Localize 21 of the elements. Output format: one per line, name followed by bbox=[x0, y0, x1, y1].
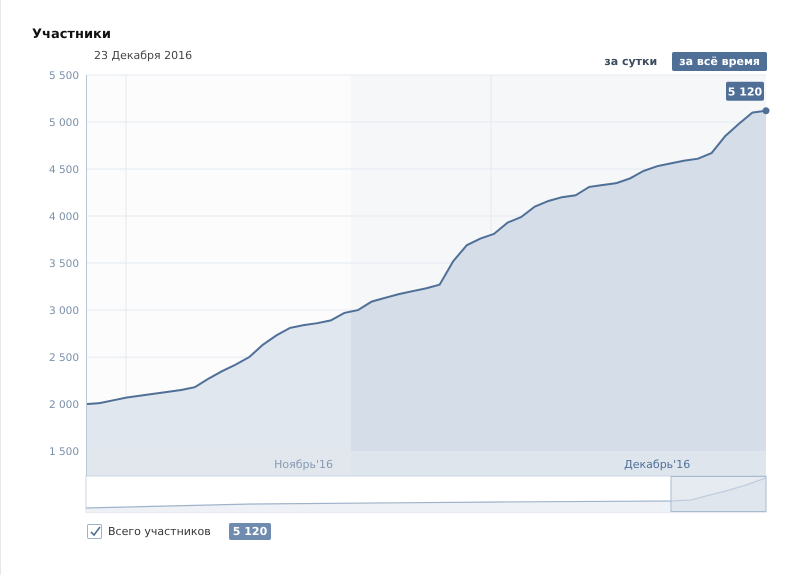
count-badge: 5 120 bbox=[228, 523, 272, 540]
axis-label: 5 500 bbox=[48, 70, 79, 82]
axis-label: 1 500 bbox=[48, 446, 79, 458]
axis-label: 5 000 bbox=[48, 117, 79, 129]
value-tooltip: 5 120 bbox=[726, 82, 764, 101]
legend-label: Всего участников bbox=[108, 525, 211, 538]
axis-label: 3 000 bbox=[48, 305, 79, 318]
section-title: Участники bbox=[32, 27, 112, 42]
date-label: 23 Декабря 2016 bbox=[94, 49, 192, 62]
period-tab[interactable]: за всё время bbox=[672, 52, 767, 71]
axis-label: 2 500 bbox=[48, 352, 79, 364]
axis-label: 4 000 bbox=[48, 211, 79, 224]
month-label: Декабрь'16 bbox=[624, 458, 690, 471]
checkbox[interactable] bbox=[87, 524, 102, 539]
axis-label: 2 000 bbox=[48, 399, 79, 412]
end-point-marker bbox=[762, 107, 770, 114]
month-label: Ноябрь'16 bbox=[274, 458, 334, 471]
axis-label: 4 500 bbox=[48, 164, 79, 176]
annotation: 5 120 bbox=[728, 86, 763, 99]
axis-label: 3 500 bbox=[48, 258, 79, 270]
period-tab[interactable]: за сутки bbox=[597, 52, 664, 71]
